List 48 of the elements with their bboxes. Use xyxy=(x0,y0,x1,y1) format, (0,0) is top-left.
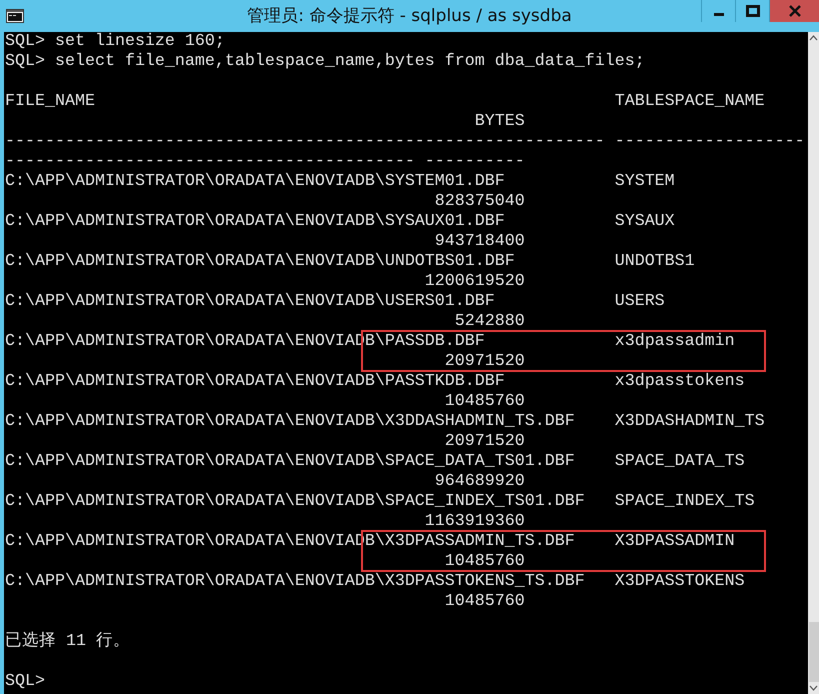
separator-line: ------------------------------------------------------------ ------------------- xyxy=(5,132,805,152)
table-cell: SPACE_DATA_TS xyxy=(614,452,745,472)
table-cell: USERS xyxy=(614,292,665,312)
window-title: 管理员: 命令提示符 - sqlplus / as sysdba xyxy=(247,5,572,27)
table-cell-text: C:\APP\ADMINISTRATOR\ORADATA\ENOVIADB\SPACE_INDEX_TS01.DBF xyxy=(5,492,586,512)
table-cell-text: 943718400 xyxy=(434,232,525,252)
table-cell-text: 20971520 xyxy=(444,352,525,372)
table-cell-text: 1163919360 xyxy=(424,512,525,532)
console-icon xyxy=(6,9,24,23)
table-cell: x3dpassadmin xyxy=(614,332,735,352)
table-cell-text: 20971520 xyxy=(444,432,525,452)
table-cell: x3dpasstokens xyxy=(614,372,745,392)
minimize-icon xyxy=(714,12,724,16)
separator-line: ----------------------------------------- ---------- xyxy=(5,152,525,172)
table-cell-text: C:\APP\ADMINISTRATOR\ORADATA\ENOVIADB\USERS01.DBF xyxy=(5,292,496,312)
command-line: SQL> set linesize 160; xyxy=(5,32,225,52)
table-cell: X3DDASHADMIN_TS xyxy=(614,412,765,432)
result-message: 已选择 11 行。 xyxy=(5,632,130,652)
column-header: TABLESPACE_NAME xyxy=(614,92,765,112)
table-cell-text: 10485760 xyxy=(444,392,525,412)
table-cell-text: C:\APP\ADMINISTRATOR\ORADATA\ENOVIADB\X3DDASHADMIN_TS.DBF xyxy=(5,412,576,432)
table-cell-text: C:\APP\ADMINISTRATOR\ORADATA\ENOVIADB\PASSTKDB.DBF xyxy=(5,372,506,392)
command-line: SQL> select file_name,tablespace_name,bytes from dba_data_files; xyxy=(5,52,645,72)
table-cell-text: 10485760 xyxy=(444,592,525,612)
table-cell: SYSTEM xyxy=(614,172,675,192)
maximize-icon xyxy=(746,5,760,17)
column-header: FILE_NAME xyxy=(5,92,96,112)
table-cell: X3DPASSADMIN xyxy=(614,532,735,552)
table-cell-text: 5242880 xyxy=(454,312,525,332)
table-cell-text: 10485760 xyxy=(444,552,525,572)
close-button[interactable] xyxy=(769,0,819,22)
column-header: BYTES xyxy=(474,112,525,132)
table-cell-text: C:\APP\ADMINISTRATOR\ORADATA\ENOVIADB\SYSTEM01.DBF xyxy=(5,172,506,192)
scrollbar[interactable] xyxy=(808,32,819,694)
table-cell-text: 1200619520 xyxy=(424,272,525,292)
table-cell-text: C:\APP\ADMINISTRATOR\ORADATA\ENOVIADB\SYSAUX01.DBF xyxy=(5,212,506,232)
table-cell-text: 964689920 xyxy=(434,472,525,492)
table-cell: SPACE_INDEX_TS xyxy=(614,492,755,512)
scroll-thumb[interactable] xyxy=(809,622,819,682)
table-cell: UNDOTBS1 xyxy=(614,252,695,272)
table-cell-text: C:\APP\ADMINISTRATOR\ORADATA\ENOVIADB\X3DPASSTOKENS_TS.DBF xyxy=(5,572,586,592)
table-cell-text: C:\APP\ADMINISTRATOR\ORADATA\ENOVIADB\UNDOTBS01.DBF xyxy=(5,252,516,272)
prompt: SQL> xyxy=(5,672,45,692)
table-cell: SYSAUX xyxy=(614,212,675,232)
table-cell-text: 828375040 xyxy=(434,192,525,212)
table-cell: X3DPASSTOKENS xyxy=(614,572,745,592)
close-icon xyxy=(788,5,802,17)
table-cell-text: C:\APP\ADMINISTRATOR\ORADATA\ENOVIADB\SPACE_DATA_TS01.DBF xyxy=(5,452,576,472)
